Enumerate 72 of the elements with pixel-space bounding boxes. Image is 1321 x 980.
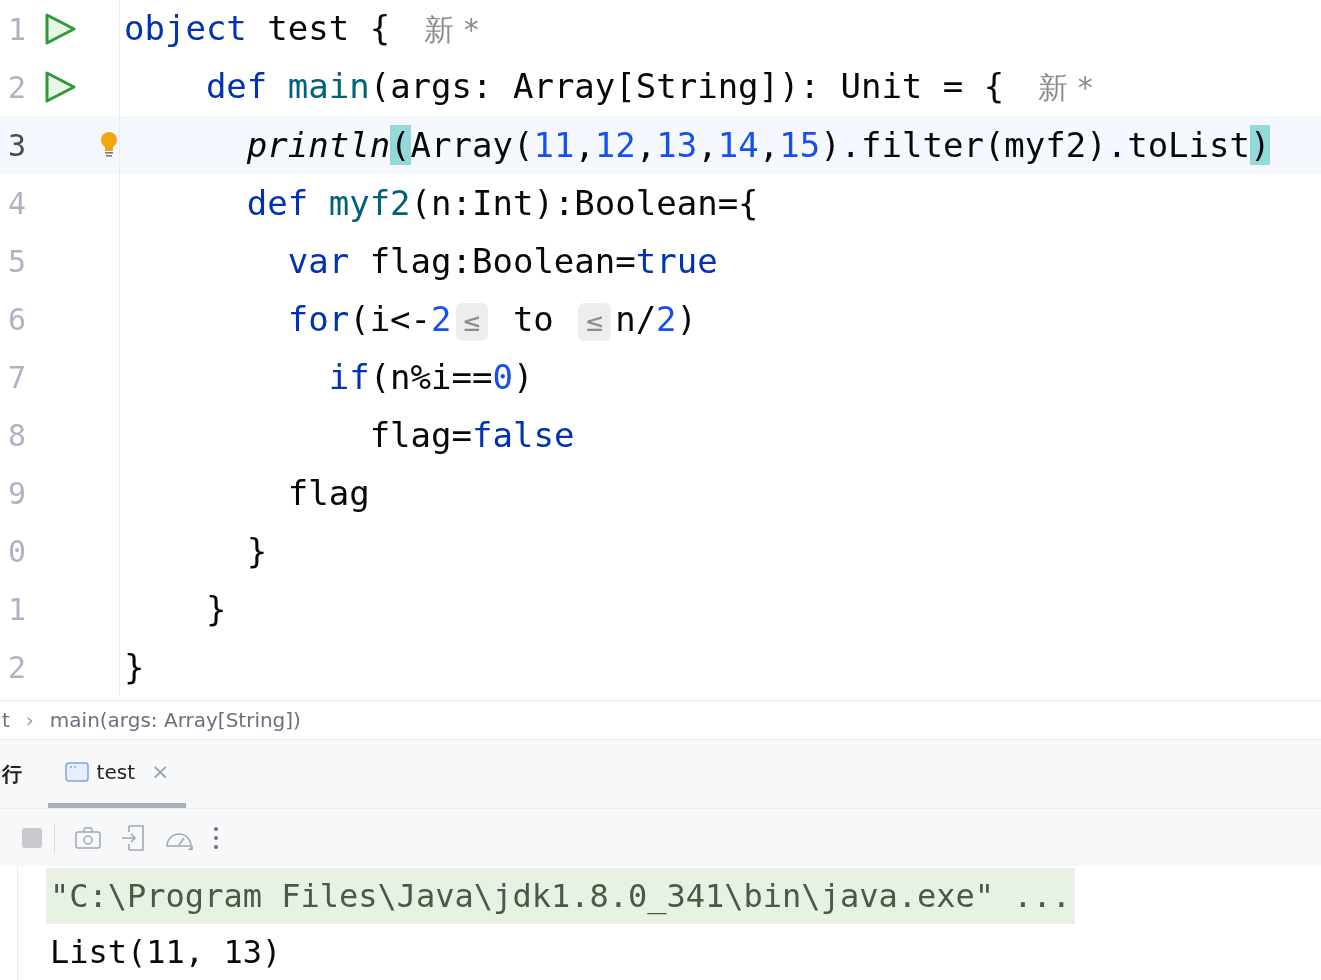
tab-label: test (96, 758, 135, 786)
code-token: true (635, 241, 718, 281)
code-token: 14 (717, 125, 759, 165)
run-icon[interactable] (43, 12, 77, 46)
code-token: flag (286, 473, 370, 513)
breadcrumb-item[interactable]: t (2, 705, 10, 736)
line-number: 0 (7, 532, 28, 571)
code-token: if (327, 357, 370, 397)
code-token: 2 (431, 299, 452, 339)
console-output: List(11, 13) (49, 932, 283, 973)
code-token: 15 (779, 125, 821, 165)
line-number: 3 (7, 126, 27, 165)
code-token: false (472, 415, 575, 455)
more-icon[interactable] (213, 825, 219, 850)
line-number: 7 (7, 358, 28, 397)
line-number: 1 (7, 10, 28, 49)
code-token: 0 (492, 357, 513, 397)
code-token: for (286, 299, 350, 339)
code-token: myf2 (327, 183, 411, 223)
code-token: def (204, 66, 268, 106)
code-token: def (245, 183, 309, 223)
line-number: 5 (7, 242, 28, 281)
code-token: (n%i== (369, 357, 493, 397)
line-number: 2 (7, 648, 28, 687)
code-token: (n:Int):Boolean={ (410, 183, 759, 223)
code-token: ) (676, 299, 698, 339)
code-token: (i<- (349, 299, 432, 339)
code-token: ).filter(myf2).toList (820, 125, 1250, 165)
code-token: , (635, 125, 657, 165)
code-token: , (574, 125, 595, 165)
run-icon[interactable] (43, 70, 77, 104)
code-token: object (124, 8, 247, 48)
code-token: ) (512, 357, 534, 397)
author-hint[interactable]: 新 * (424, 12, 479, 47)
lightbulb-icon[interactable] (99, 131, 119, 159)
code-token: flag:Boolean= (368, 241, 636, 281)
code-token: main (286, 66, 370, 106)
camera-icon[interactable] (75, 826, 101, 849)
code-token: Array( (410, 125, 534, 165)
breadcrumb-item[interactable]: main(args: Array[String]) (49, 705, 301, 736)
code-token: println (245, 125, 391, 165)
code-token: } (124, 647, 145, 687)
line-number: 2 (7, 68, 28, 107)
code-token: } (204, 589, 227, 629)
line-number: 4 (7, 184, 28, 223)
code-token: var (286, 241, 350, 281)
code-token: } (245, 531, 268, 571)
code-token: 2 (656, 299, 677, 339)
code-token: (args: Array[String]): Unit = { (369, 66, 1005, 106)
code-token: , (697, 125, 718, 165)
line-number: 9 (7, 474, 28, 513)
panel-title: 行 (2, 761, 22, 789)
login-icon[interactable] (121, 824, 145, 851)
inlay-hint: ≤ (455, 303, 489, 341)
code-token: flag= (368, 415, 472, 455)
code-token: to (511, 299, 555, 339)
window-icon (64, 761, 89, 782)
matched-bracket: ( (390, 125, 411, 165)
line-number: 6 (7, 300, 28, 339)
code-token: 11 (533, 125, 575, 165)
matched-bracket: ) (1250, 125, 1271, 165)
code-token: 13 (656, 125, 698, 165)
inlay-hint: ≤ (578, 303, 612, 341)
line-number: 1 (7, 590, 28, 629)
close-icon[interactable]: × (151, 755, 170, 789)
code-token: test { (266, 8, 391, 48)
line-number: 8 (7, 416, 28, 455)
code-token: 12 (594, 125, 636, 165)
code-token: , (758, 125, 780, 165)
code-token: n/ (615, 299, 657, 339)
breadcrumb-separator: › (25, 707, 34, 735)
author-hint[interactable]: 新 * (1038, 70, 1093, 105)
